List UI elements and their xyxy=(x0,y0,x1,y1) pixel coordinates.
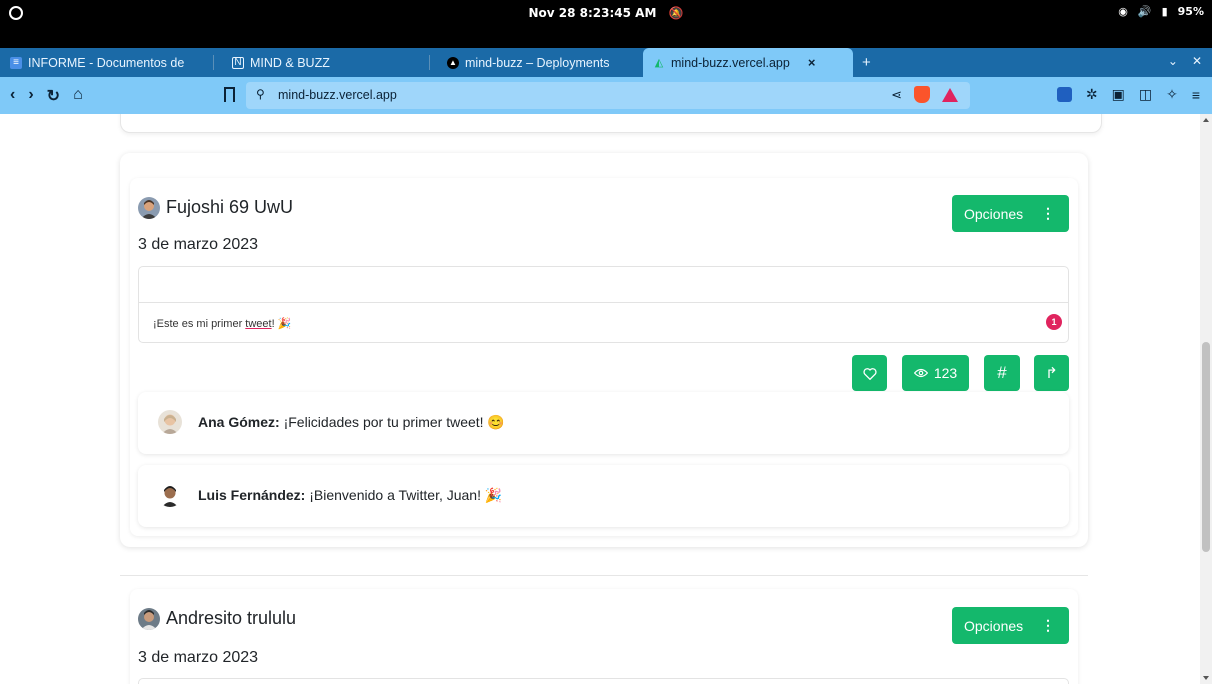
tweet-text: ¡Este es mi primer tweet! 🎉 xyxy=(153,318,292,330)
scroll-up-icon[interactable] xyxy=(1203,118,1209,122)
sidebar-icon[interactable]: ▣ xyxy=(1112,86,1125,103)
comment-item: Ana Gómez: ¡Felicidades por tu primer tw… xyxy=(138,392,1069,454)
share-button[interactable]: ↱ xyxy=(1034,355,1069,391)
scroll-down-icon[interactable] xyxy=(1203,676,1209,680)
os-status-area[interactable]: ◉ 🔊 ▮ 95% xyxy=(1118,5,1204,18)
tab-mind-buzz-vercel[interactable]: ◭ mind-buzz.vercel.app × xyxy=(643,48,853,77)
post-date: 3 de marzo 2023 xyxy=(138,649,259,666)
tab-list-icon[interactable]: ⌄ xyxy=(1168,54,1178,68)
notion-icon: N xyxy=(232,56,244,69)
browser-toolbar: ‹ › ↻ ⌂ ⚲ mind-buzz.vercel.app ⋖ ✲ ▣ ◫ ✧… xyxy=(0,77,1212,114)
page-viewport: Fujoshi 69 UwU 3 de marzo 2023 Opciones … xyxy=(0,114,1212,684)
home-icon[interactable]: ⌂ xyxy=(73,86,83,106)
reload-icon[interactable]: ↻ xyxy=(47,86,60,106)
new-tab-icon[interactable]: + xyxy=(862,54,871,71)
options-label: Opciones xyxy=(964,617,1024,634)
battery-percent: 95% xyxy=(1177,5,1204,18)
avatar[interactable] xyxy=(138,608,160,630)
avatar[interactable] xyxy=(158,483,182,507)
page-scrollbar[interactable] xyxy=(1200,114,1212,684)
previous-post-card xyxy=(120,114,1102,133)
hashtag-icon: # xyxy=(997,363,1007,382)
hashtag-button[interactable]: # xyxy=(984,355,1020,391)
tab-label: MIND & BUZZ xyxy=(250,55,330,70)
forward-icon[interactable]: › xyxy=(28,86,33,106)
avatar[interactable] xyxy=(158,410,182,434)
post-author[interactable]: Andresito trululu xyxy=(166,608,296,629)
tab-label: mind-buzz.vercel.app xyxy=(671,55,790,70)
post-container: Fujoshi 69 UwU 3 de marzo 2023 Opciones … xyxy=(120,153,1088,547)
views-button[interactable]: 123 xyxy=(902,355,969,391)
leo-icon[interactable]: ✧ xyxy=(1166,86,1178,103)
vercel-icon: ▲ xyxy=(447,56,459,69)
tab-deployments[interactable]: ▲ mind-buzz – Deployments xyxy=(437,48,633,77)
bookmark-icon[interactable] xyxy=(224,87,235,102)
url-text[interactable]: mind-buzz.vercel.app xyxy=(278,88,397,102)
scrollbar-thumb[interactable] xyxy=(1202,342,1210,552)
post-author[interactable]: Fujoshi 69 UwU xyxy=(166,197,293,218)
eye-icon xyxy=(913,368,928,378)
os-clock[interactable]: Nov 28 8:23:45 AM 🔕 xyxy=(0,6,1212,20)
post-card: Andresito trululu 3 de marzo 2023 Opcion… xyxy=(130,589,1078,684)
heart-icon xyxy=(862,367,877,380)
docs-icon: ≡ xyxy=(10,56,22,69)
clock-text: Nov 28 8:23:45 AM xyxy=(528,6,657,20)
post-card: Fujoshi 69 UwU 3 de marzo 2023 Opciones … xyxy=(130,178,1078,536)
volume-icon: 🔊 xyxy=(1137,5,1152,18)
notification-badge: 1 xyxy=(1046,314,1062,330)
brave-rewards-icon[interactable] xyxy=(942,87,958,102)
post-date: 3 de marzo 2023 xyxy=(138,236,259,253)
options-button[interactable]: Opciones ⋮ xyxy=(952,607,1069,644)
battery-icon: ▮ xyxy=(1161,5,1168,18)
brave-shields-icon[interactable] xyxy=(914,86,930,103)
wallet-icon[interactable]: ◫ xyxy=(1139,86,1152,103)
tab-label: INFORME - Documentos de xyxy=(28,55,185,70)
share-icon[interactable]: ⋖ xyxy=(891,87,902,103)
forward-arrow-icon: ↱ xyxy=(1045,365,1058,382)
tweet-content-box xyxy=(138,678,1069,684)
puzzle-icon[interactable]: ✲ xyxy=(1086,86,1098,103)
address-bar[interactable]: ⚲ mind-buzz.vercel.app ⋖ xyxy=(246,82,970,109)
menu-icon[interactable]: ≡ xyxy=(1192,87,1200,103)
options-button[interactable]: Opciones ⋮ xyxy=(952,195,1069,232)
post-divider xyxy=(120,575,1088,576)
more-vertical-icon: ⋮ xyxy=(1041,617,1055,633)
os-top-bar: Nov 28 8:23:45 AM 🔕 ◉ 🔊 ▮ 95% xyxy=(0,0,1212,44)
views-count: 123 xyxy=(933,365,958,381)
site-info-icon[interactable]: ⚲ xyxy=(256,87,265,101)
tab-mind-buzz[interactable]: N MIND & BUZZ xyxy=(222,48,430,77)
tweet-content-box: ¡Este es mi primer tweet! 🎉 1 xyxy=(138,266,1069,343)
close-window-icon[interactable]: ✕ xyxy=(1192,54,1202,68)
wifi-icon: ◉ xyxy=(1118,5,1128,18)
more-vertical-icon: ⋮ xyxy=(1041,205,1055,221)
tab-strip: ≡ INFORME - Documentos de N MIND & BUZZ … xyxy=(0,44,1212,77)
notifications-off-icon[interactable]: 🔕 xyxy=(669,6,684,20)
comment-item: Luis Fernández: ¡Bienvenido a Twitter, J… xyxy=(138,465,1069,527)
tab-informe[interactable]: ≡ INFORME - Documentos de xyxy=(0,48,214,77)
site-icon: ◭ xyxy=(654,57,664,69)
options-label: Opciones xyxy=(964,205,1024,222)
like-button[interactable] xyxy=(852,355,887,391)
avatar[interactable] xyxy=(138,197,160,219)
extension-icon[interactable] xyxy=(1056,87,1072,102)
close-tab-icon[interactable]: × xyxy=(808,55,816,70)
tab-label: mind-buzz – Deployments xyxy=(465,55,610,70)
comment-text: Luis Fernández: ¡Bienvenido a Twitter, J… xyxy=(198,487,503,503)
comment-text: Ana Gómez: ¡Felicidades por tu primer tw… xyxy=(198,414,505,430)
back-icon[interactable]: ‹ xyxy=(10,86,15,106)
